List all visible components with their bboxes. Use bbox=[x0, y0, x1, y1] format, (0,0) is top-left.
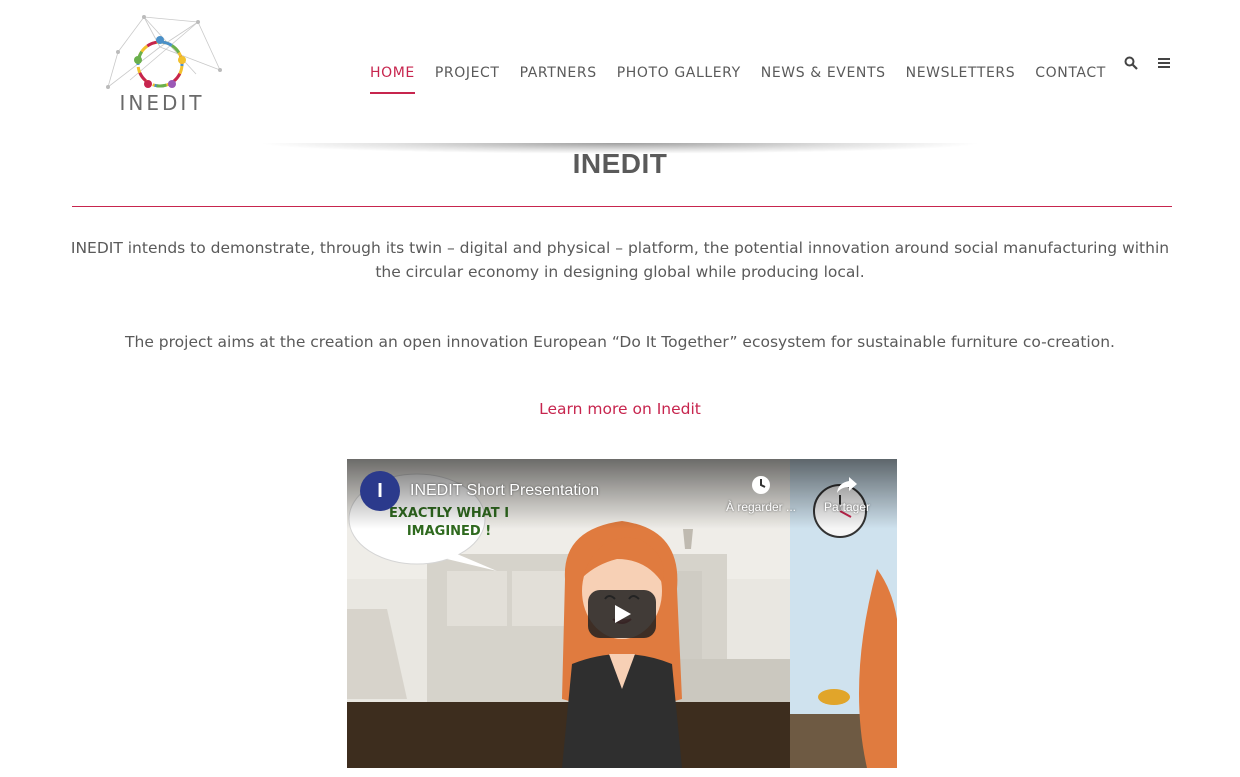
clock-icon bbox=[752, 476, 770, 494]
main-nav: HOME PROJECT PARTNERS PHOTO GALLERY NEWS… bbox=[360, 62, 1116, 94]
play-icon bbox=[615, 605, 631, 623]
search-icon[interactable] bbox=[1122, 54, 1140, 72]
nav-news-events[interactable]: NEWS & EVENTS bbox=[761, 62, 886, 94]
share-icon bbox=[837, 477, 857, 493]
video-embed[interactable]: EXACTLY WHAT I IMAGINED ! I INEDIT Short… bbox=[347, 459, 897, 768]
inedit-logo[interactable]: INEDIT bbox=[100, 12, 224, 114]
learn-more-link[interactable]: Learn more on Inedit bbox=[539, 400, 701, 418]
nav-newsletters[interactable]: NEWSLETTERS bbox=[906, 62, 1016, 94]
share-label: Partager bbox=[823, 500, 871, 514]
aim-paragraph: The project aims at the creation an open… bbox=[125, 333, 1115, 351]
share-button[interactable]: Partager bbox=[812, 473, 882, 514]
video-title[interactable]: INEDIT Short Presentation bbox=[410, 482, 599, 500]
learn-more-link-row: Learn more on Inedit bbox=[0, 400, 1240, 418]
site-header: INEDIT HOME PROJECT PARTNERS PHOTO GALLE… bbox=[0, 0, 1240, 143]
nav-partners[interactable]: PARTNERS bbox=[520, 62, 597, 94]
nav-project[interactable]: PROJECT bbox=[435, 62, 500, 94]
menu-icon[interactable] bbox=[1155, 54, 1173, 72]
watch-later-label: À regarder ... bbox=[725, 500, 797, 514]
nav-home[interactable]: HOME bbox=[370, 62, 415, 94]
intro-paragraph: INEDIT intends to demonstrate, through i… bbox=[70, 239, 1170, 281]
logo-text: INEDIT bbox=[119, 91, 204, 114]
play-button[interactable] bbox=[588, 590, 656, 638]
nav-photo-gallery[interactable]: PHOTO GALLERY bbox=[617, 62, 741, 94]
watch-later-button[interactable]: À regarder ... bbox=[715, 473, 807, 514]
title-divider bbox=[72, 206, 1172, 207]
channel-avatar[interactable]: I bbox=[360, 471, 400, 511]
nav-contact[interactable]: CONTACT bbox=[1035, 62, 1106, 94]
page-title: INEDIT bbox=[572, 148, 668, 179]
